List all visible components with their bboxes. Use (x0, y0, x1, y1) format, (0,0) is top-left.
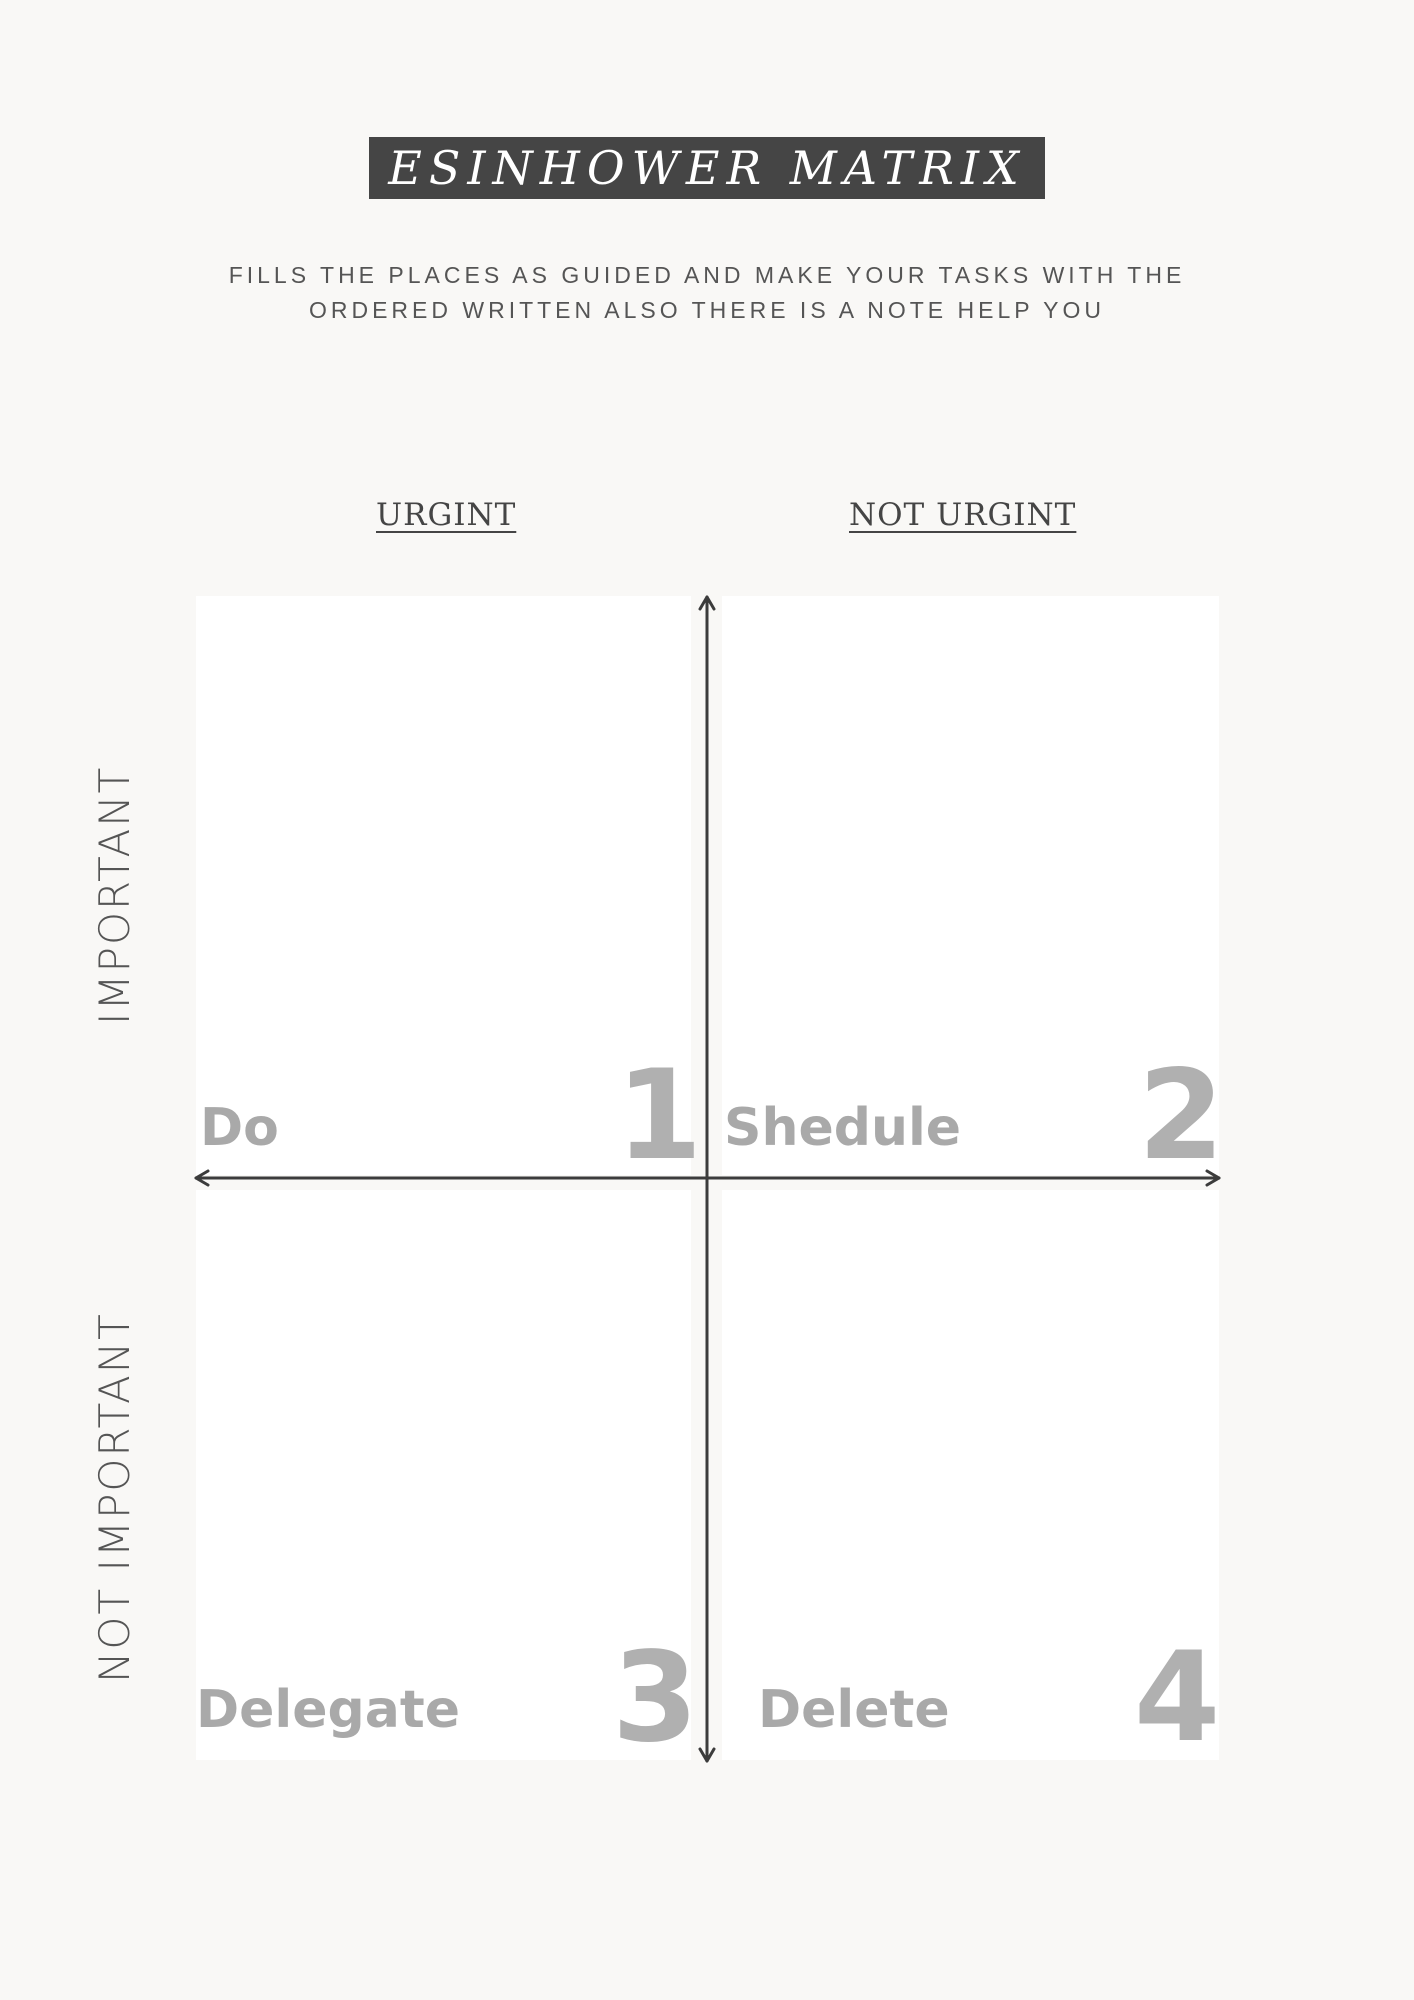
quadrant-label-delegate: Delegate (196, 1680, 460, 1740)
row-label-not-important: NOT IMPORTANT (90, 1312, 139, 1683)
column-header-urgent: URGINT (376, 497, 517, 533)
quadrant-number-1: 1 (616, 1044, 703, 1188)
vertical-axis-arrow-top (698, 595, 716, 611)
title-banner: ESINHOWER MATRIX (369, 137, 1045, 199)
instructions-line-1: FILLS THE PLACES AS GUIDED AND MAKE YOUR… (228, 262, 1186, 288)
quadrant-label-delete: Delete (758, 1680, 950, 1740)
vertical-axis-arrow-bottom (698, 1747, 716, 1763)
column-header-not-urgent: NOT URGINT (849, 497, 1077, 533)
quadrant-label-schedule: Shedule (724, 1098, 962, 1158)
row-label-important: IMPORTANT (90, 765, 139, 1025)
quadrant-delete[interactable]: Delete 4 (722, 1190, 1221, 1770)
quadrant-number-4: 4 (1134, 1626, 1221, 1770)
instructions: FILLS THE PLACES AS GUIDED AND MAKE YOUR… (150, 258, 1264, 328)
quadrant-delegate[interactable]: Delegate 3 (196, 1190, 698, 1760)
page-title: ESINHOWER MATRIX (388, 141, 1026, 195)
quadrant-number-2: 2 (1138, 1044, 1225, 1188)
quadrant-number-3: 3 (612, 1626, 699, 1770)
instructions-line-2: ORDERED WRITTEN ALSO THERE IS A NOTE HEL… (308, 297, 1106, 323)
quadrant-do[interactable]: Do 1 (196, 596, 702, 1178)
quadrant-label-do: Do (200, 1098, 279, 1158)
quadrant-schedule[interactable]: Shedule 2 (722, 596, 1224, 1178)
